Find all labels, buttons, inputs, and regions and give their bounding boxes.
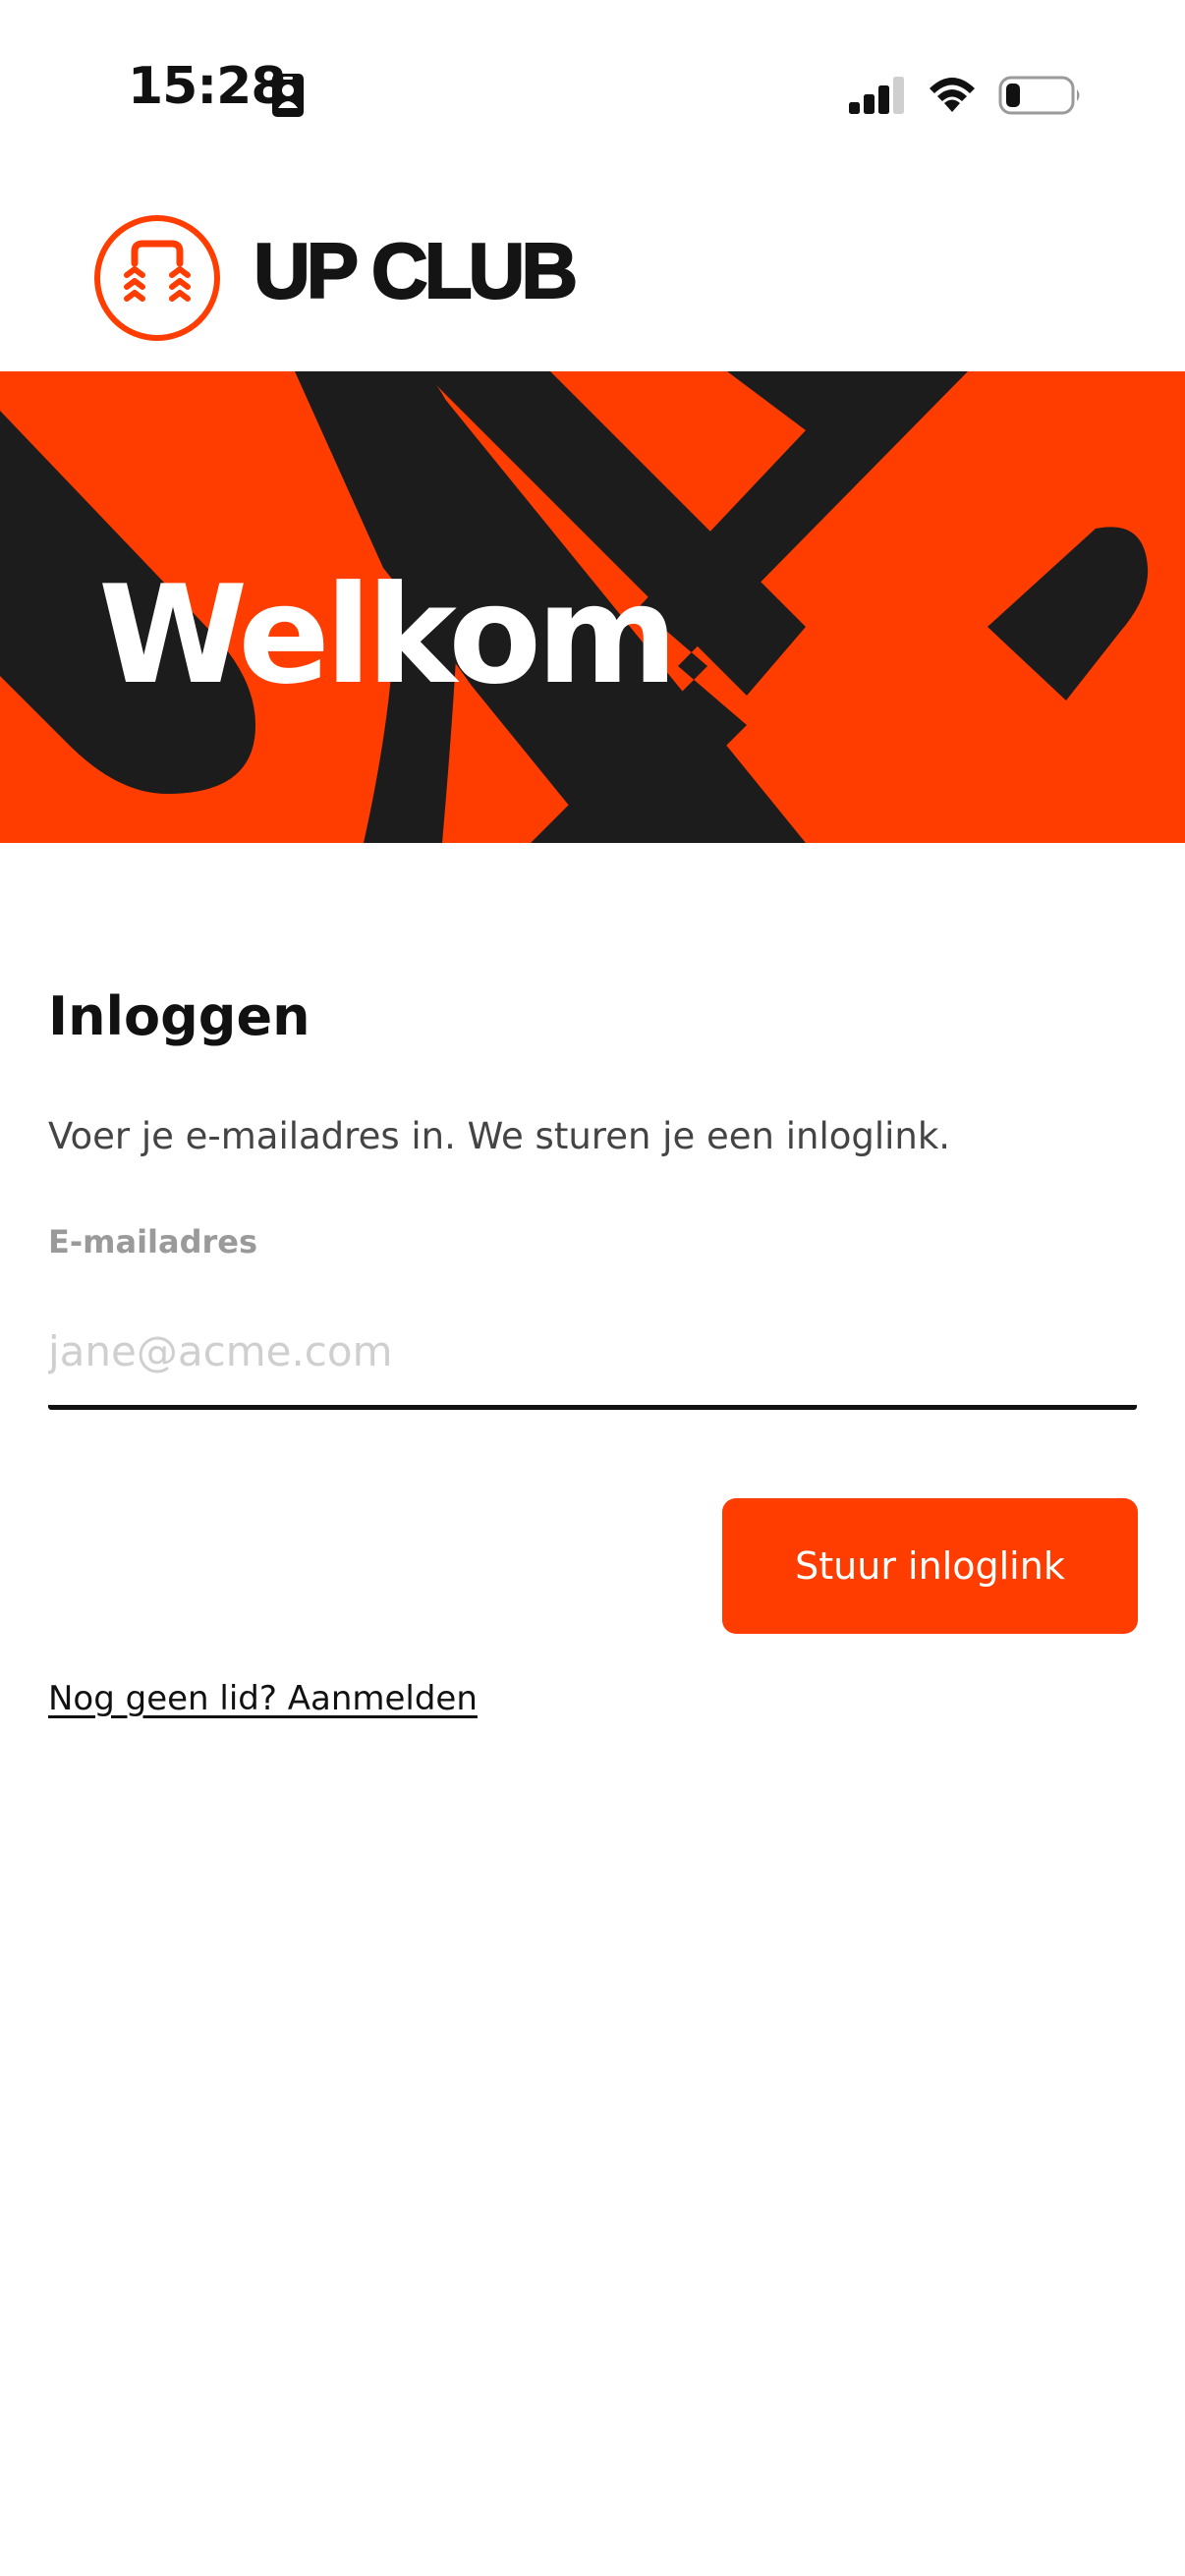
send-login-link-button[interactable]: Stuur inloglink — [722, 1498, 1138, 1634]
hero-title: Welkom — [98, 556, 678, 714]
login-description: Voer je e-mailadres in. We sturen je een… — [48, 1115, 951, 1157]
contact-card-icon — [272, 74, 304, 117]
signup-link[interactable]: Nog geen lid? Aanmelden — [48, 1682, 478, 1715]
wifi-icon — [930, 78, 975, 112]
hero-banner: Welkom — [0, 371, 1185, 843]
cellular-signal-icon — [849, 77, 904, 114]
battery-low-icon — [998, 76, 1080, 115]
up-club-logo-icon — [94, 215, 220, 341]
status-time: 15:28 — [128, 57, 287, 116]
login-heading: Inloggen — [48, 985, 310, 1047]
status-bar: 15:28 — [0, 0, 1185, 157]
email-label: E-mailadres — [48, 1223, 258, 1260]
brand-wordmark: UP CLUB — [253, 227, 579, 314]
email-field[interactable] — [48, 1297, 1137, 1410]
